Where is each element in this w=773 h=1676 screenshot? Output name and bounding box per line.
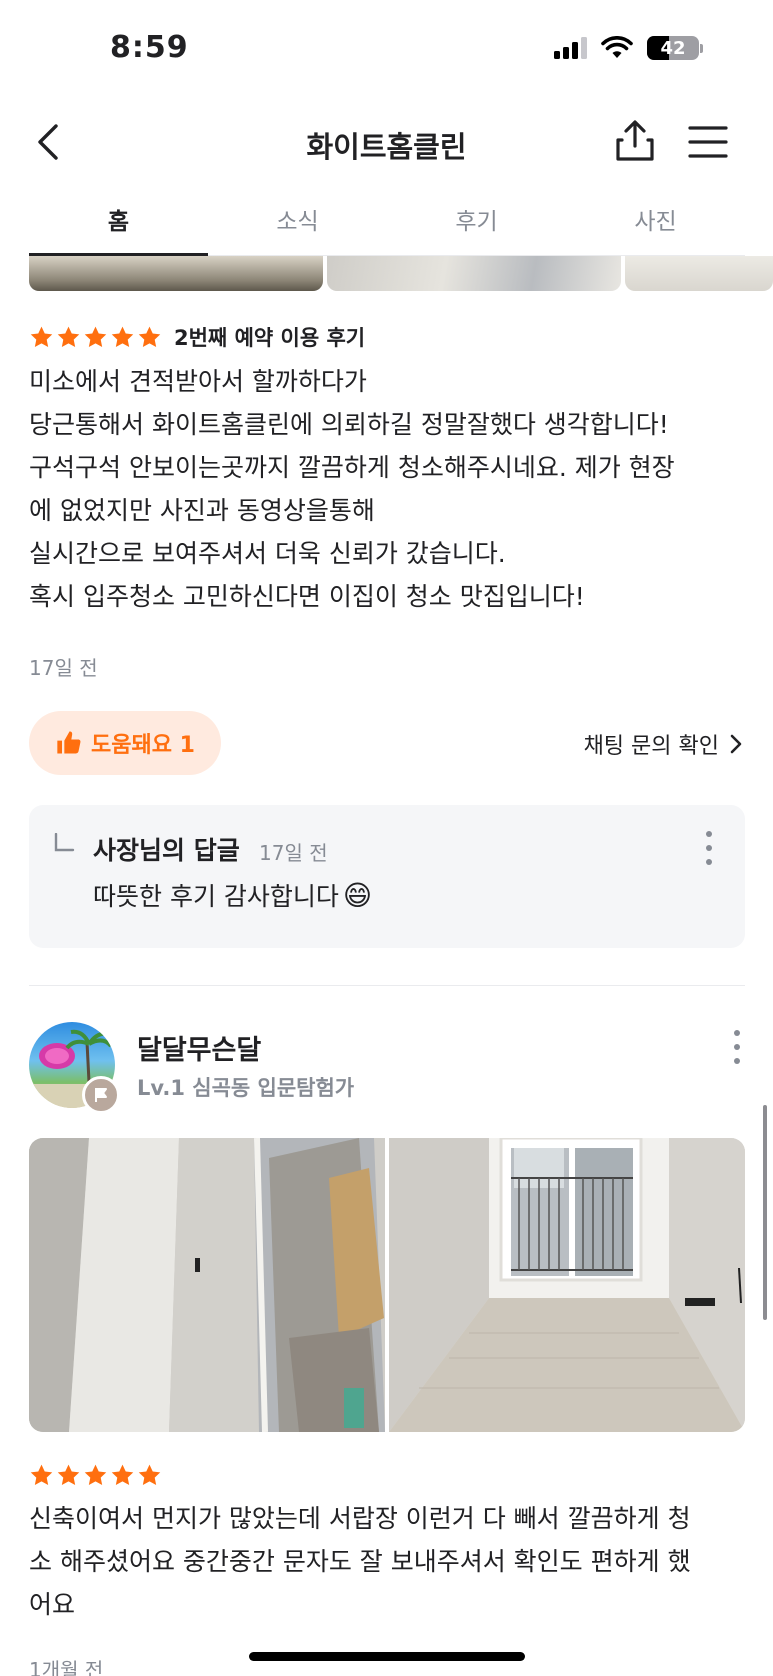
more-options-icon[interactable] bbox=[703, 829, 715, 867]
previous-review-photos[interactable] bbox=[29, 256, 773, 291]
rating-stars bbox=[29, 325, 162, 350]
cellular-signal-icon bbox=[554, 37, 587, 59]
home-indicator[interactable] bbox=[249, 1652, 525, 1661]
review-body: 미소에서 견적받아서 할까하다가 당근통해서 화이트홈클린에 의뢰하길 정말잘했… bbox=[29, 360, 745, 618]
wifi-icon bbox=[601, 36, 633, 58]
star-icon bbox=[111, 1464, 134, 1485]
previous-review-photo[interactable] bbox=[327, 256, 621, 291]
user-name[interactable]: 달달무슨달 bbox=[137, 1028, 261, 1067]
review-line: 실시간으로 보여주셔서 더욱 신뢰가 갔습니다. bbox=[29, 539, 506, 568]
status-bar: 8:59 42 bbox=[0, 0, 773, 100]
star-icon bbox=[84, 1464, 107, 1485]
status-icons: 42 bbox=[554, 36, 703, 60]
thumbs-up-icon bbox=[57, 731, 81, 754]
chat-inquiry-link[interactable]: 채팅 문의 확인 bbox=[584, 728, 743, 760]
divider bbox=[29, 985, 745, 986]
review-line: 구석구석 안보이는곳까지 깔끔하게 청소해주시네요. 제가 현장 bbox=[29, 453, 675, 482]
battery-level: 42 bbox=[660, 37, 686, 59]
tab-photos[interactable]: 사진 bbox=[566, 190, 745, 255]
star-icon bbox=[84, 326, 107, 347]
review-line: 에 없었지만 사진과 동영상을통해 bbox=[29, 496, 375, 525]
rating-stars bbox=[29, 1463, 162, 1488]
star-icon bbox=[57, 1464, 80, 1485]
review-line: 당근통해서 화이트홈클린에 의뢰하길 정말잘했다 생각합니다! bbox=[29, 410, 669, 439]
review-photo[interactable] bbox=[29, 1138, 385, 1432]
hamburger-menu-icon[interactable] bbox=[686, 120, 730, 164]
scrollbar[interactable] bbox=[763, 1105, 767, 1320]
more-options-icon[interactable] bbox=[731, 1028, 743, 1066]
review-header: 2번째 예약 이용 후기 bbox=[29, 322, 365, 352]
chevron-right-icon bbox=[730, 734, 742, 754]
owner-reply: 사장님의 답글 17일 전 따뜻한 후기 감사합니다 😄 bbox=[29, 805, 745, 948]
tab-news[interactable]: 소식 bbox=[208, 190, 387, 255]
reply-time: 17일 전 bbox=[259, 841, 328, 865]
review-line: 신축이여서 먼지가 많았는데 서랍장 이런거 다 빼서 깔끔하게 청 bbox=[29, 1504, 691, 1533]
user-level: Lv.1 심곡동 입문탐험가 bbox=[137, 1076, 355, 1100]
chat-inquiry-label: 채팅 문의 확인 bbox=[583, 734, 719, 759]
tab-reviews[interactable]: 후기 bbox=[387, 190, 566, 255]
star-icon bbox=[138, 326, 161, 347]
review-photo[interactable] bbox=[389, 1138, 745, 1432]
star-icon bbox=[30, 1464, 53, 1485]
review-line: 어요 bbox=[29, 1590, 76, 1619]
review-body: 신축이여서 먼지가 많았는데 서랍장 이런거 다 빼서 깔끔하게 청 소 해주셨… bbox=[29, 1497, 745, 1626]
grinning-emoji: 😄 bbox=[342, 878, 373, 912]
reply-arrow-icon bbox=[54, 833, 75, 852]
previous-review-photo[interactable] bbox=[29, 256, 323, 291]
reply-message: 따뜻한 후기 감사합니다 bbox=[93, 882, 339, 911]
flag-badge-icon bbox=[82, 1076, 120, 1114]
helpful-button[interactable]: 도움돼요 1 bbox=[29, 711, 221, 775]
star-icon bbox=[30, 326, 53, 347]
share-icon[interactable] bbox=[612, 118, 658, 164]
previous-review-photo[interactable] bbox=[625, 256, 773, 291]
helpful-label: 도움돼요 1 bbox=[91, 733, 195, 758]
reply-text: 따뜻한 후기 감사합니다 😄 bbox=[93, 877, 372, 913]
review-time: 1개월 전 bbox=[29, 1658, 104, 1676]
status-time: 8:59 bbox=[110, 30, 189, 65]
review-line: 미소에서 견적받아서 할까하다가 bbox=[29, 367, 367, 396]
review-time: 17일 전 bbox=[29, 656, 98, 680]
star-icon bbox=[57, 326, 80, 347]
app-header: 화이트홈클린 bbox=[0, 100, 773, 190]
review-photos bbox=[29, 1138, 745, 1432]
battery-icon: 42 bbox=[647, 36, 699, 60]
tab-bar: 홈 소식 후기 사진 bbox=[29, 190, 745, 256]
tab-home[interactable]: 홈 bbox=[29, 190, 208, 256]
star-icon bbox=[138, 1464, 161, 1485]
star-icon bbox=[111, 326, 134, 347]
reply-title: 사장님의 답글 bbox=[93, 836, 240, 865]
review-line: 혹시 입주청소 고민하신다면 이집이 청소 맛집입니다! bbox=[29, 582, 585, 611]
review-line: 소 해주셨어요 중간중간 문자도 잘 보내주셔서 확인도 편하게 했 bbox=[29, 1547, 691, 1576]
review-title: 2번째 예약 이용 후기 bbox=[174, 326, 366, 350]
